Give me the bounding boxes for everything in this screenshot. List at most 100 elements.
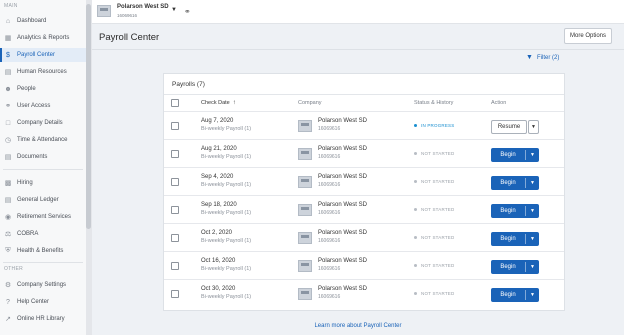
row-company-id: 16069616 xyxy=(318,126,341,132)
link-icon[interactable]: ⚭ xyxy=(184,7,191,16)
company-logo xyxy=(298,232,312,244)
sidebar-item-people[interactable]: ☻ People xyxy=(0,82,86,96)
status-dot-icon xyxy=(414,236,417,239)
chevron-down-icon[interactable]: ▼ xyxy=(526,180,539,186)
begin-label: Begin xyxy=(500,292,516,298)
sidebar-item-user-access[interactable]: ⚭ User Access xyxy=(0,99,86,113)
sidebar-scrollbar-thumb[interactable] xyxy=(86,4,91,229)
begin-button[interactable]: Begin ▼ xyxy=(491,148,539,162)
ledger-icon: ▤ xyxy=(4,197,12,204)
piggy-bank-icon: ◉ xyxy=(4,214,12,221)
table-row: Oct 30, 2020 Bi-weekly Payroll (1) Polar… xyxy=(164,279,564,307)
row-checkbox[interactable] xyxy=(171,150,179,158)
begin-button[interactable]: Begin ▼ xyxy=(491,260,539,274)
sidebar-item-label: Health & Benefits xyxy=(17,248,64,254)
begin-button[interactable]: Begin ▼ xyxy=(491,204,539,218)
sidebar-item-label: Human Resources xyxy=(17,69,67,75)
resume-dropdown-button[interactable]: ▼ xyxy=(528,120,539,134)
company-logo xyxy=(298,148,312,160)
payroll-type: Bi-weekly Payroll (1) xyxy=(201,238,252,244)
company-logo xyxy=(298,260,312,272)
check-date: Oct 2, 2020 xyxy=(201,230,233,236)
sidebar-item-label: Retirement Services xyxy=(17,214,72,220)
column-header-check-date[interactable]: Check Date ↑ xyxy=(201,100,236,106)
chevron-down-icon[interactable]: ▼ xyxy=(526,236,539,242)
sidebar-item-label: Company Settings xyxy=(17,282,67,288)
sidebar-item-health-benefits[interactable]: ⛨ Health & Benefits xyxy=(0,244,86,258)
payroll-type: Bi-weekly Payroll (1) xyxy=(201,126,252,132)
row-checkbox[interactable] xyxy=(171,206,179,214)
sidebar-item-documents[interactable]: ▤ Documents xyxy=(0,150,86,164)
sidebar-item-label: Analytics & Reports xyxy=(17,35,70,41)
document-icon: ▤ xyxy=(4,154,12,161)
chevron-down-icon[interactable]: ▼ xyxy=(171,7,177,13)
sidebar-item-human-resources[interactable]: ▤ Human Resources xyxy=(0,65,86,79)
company-name[interactable]: Polarson West SD xyxy=(117,4,169,10)
status-dot-icon xyxy=(414,124,417,127)
row-checkbox[interactable] xyxy=(171,290,179,298)
row-company-id: 16069616 xyxy=(318,154,341,160)
filter-button[interactable]: ▼ Filter (2) xyxy=(526,54,559,61)
company-logo xyxy=(298,120,312,132)
begin-label: Begin xyxy=(500,152,516,158)
sidebar-item-general-ledger[interactable]: ▤ General Ledger xyxy=(0,193,86,207)
sidebar-item-label: General Ledger xyxy=(17,197,59,203)
status-text: NOT STARTED xyxy=(421,151,455,156)
person-icon: ☻ xyxy=(4,85,12,93)
row-checkbox[interactable] xyxy=(171,234,179,242)
check-date: Oct 16, 2020 xyxy=(201,258,236,264)
home-icon: ⌂ xyxy=(5,17,11,25)
select-all-checkbox[interactable] xyxy=(171,99,179,107)
table-row: Oct 16, 2020 Bi-weekly Payroll (1) Polar… xyxy=(164,251,564,279)
row-company-name: Polarson West SD xyxy=(318,258,367,264)
status-text: NOT STARTED xyxy=(421,207,455,212)
row-company-id: 16069616 xyxy=(318,210,341,216)
sidebar-item-dashboard[interactable]: ⌂ Dashboard xyxy=(0,14,86,28)
row-checkbox[interactable] xyxy=(171,262,179,270)
sidebar-item-hiring[interactable]: ▩ Hiring xyxy=(0,176,86,190)
sidebar-item-cobra[interactable]: ⚖ COBRA xyxy=(0,227,86,241)
begin-button[interactable]: Begin ▼ xyxy=(491,288,539,302)
row-company-name: Polarson West SD xyxy=(318,118,367,124)
learn-more-link[interactable]: Learn more about Payroll Center xyxy=(0,323,624,329)
filter-icon: ▼ xyxy=(526,54,533,61)
sidebar: MAIN ⌂ Dashboard ▦ Analytics & Reports $… xyxy=(0,0,92,335)
chevron-down-icon[interactable]: ▼ xyxy=(526,152,539,158)
header-divider xyxy=(92,49,624,50)
status-badge: NOT STARTED xyxy=(414,207,454,212)
begin-button[interactable]: Begin ▼ xyxy=(491,232,539,246)
filter-label: Filter (2) xyxy=(537,54,560,61)
sidebar-item-retirement-services[interactable]: ◉ Retirement Services xyxy=(0,210,86,224)
row-company-id: 16069616 xyxy=(318,238,341,244)
panel-divider xyxy=(164,94,564,95)
sidebar-item-time-attendance[interactable]: ◷ Time & Attendance xyxy=(0,133,86,147)
row-checkbox[interactable] xyxy=(171,178,179,186)
sidebar-item-payroll-center[interactable]: $ Payroll Center xyxy=(0,48,86,62)
status-dot-icon xyxy=(414,208,417,211)
check-date: Aug 21, 2020 xyxy=(201,146,237,152)
begin-button[interactable]: Begin ▼ xyxy=(491,176,539,190)
column-header-label: Check Date xyxy=(201,100,230,106)
begin-label: Begin xyxy=(500,208,516,214)
more-options-button[interactable]: More Options xyxy=(564,28,612,44)
status-text: NOT STARTED xyxy=(421,235,455,240)
row-company-id: 16069616 xyxy=(318,294,341,300)
sidebar-item-label: People xyxy=(17,86,36,92)
status-text: NOT STARTED xyxy=(421,291,455,296)
help-icon: ? xyxy=(6,298,10,306)
sidebar-item-company-settings[interactable]: ⚙ Company Settings xyxy=(0,278,86,292)
key-icon: ⚭ xyxy=(5,103,11,110)
row-company-id: 16069616 xyxy=(318,182,341,188)
chevron-down-icon[interactable]: ▼ xyxy=(526,264,539,270)
chevron-down-icon[interactable]: ▼ xyxy=(526,208,539,214)
status-dot-icon xyxy=(414,292,417,295)
status-badge: NOT STARTED xyxy=(414,179,454,184)
chevron-down-icon[interactable]: ▼ xyxy=(526,292,539,298)
row-checkbox[interactable] xyxy=(171,122,179,130)
scale-icon: ⚖ xyxy=(4,231,12,238)
sidebar-item-company-details[interactable]: □ Company Details xyxy=(0,116,86,130)
chevron-down-icon: ▼ xyxy=(531,124,536,130)
sidebar-item-analytics-reports[interactable]: ▦ Analytics & Reports xyxy=(0,31,86,45)
resume-button[interactable]: Resume xyxy=(491,120,527,134)
sidebar-item-help-center[interactable]: ? Help Center xyxy=(0,295,86,309)
